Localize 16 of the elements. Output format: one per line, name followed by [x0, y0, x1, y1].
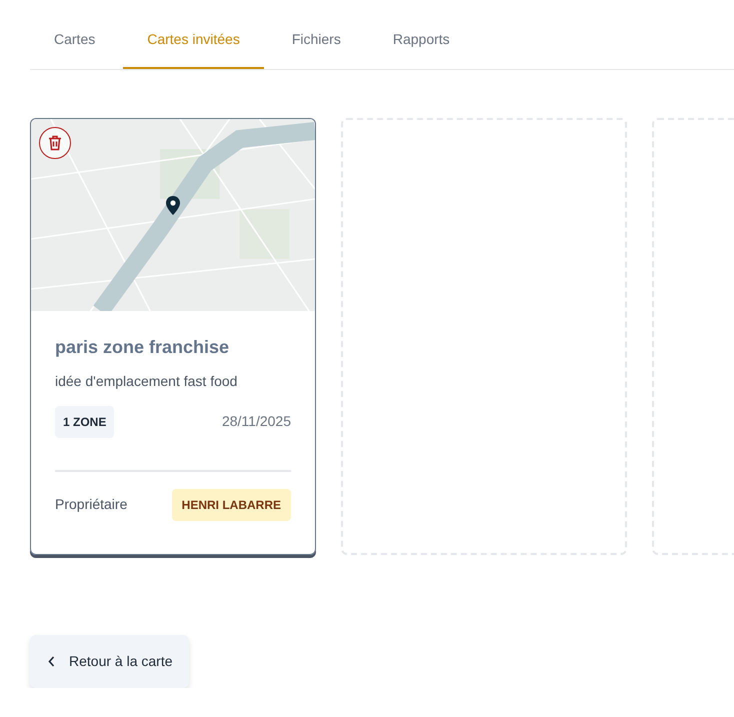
card-date: 28/11/2025 — [222, 412, 291, 432]
card-title: paris zone franchise — [55, 337, 230, 359]
owner-label: Propriétaire — [55, 495, 128, 514]
tab[interactable]: Cartes — [30, 18, 120, 69]
owner-tag: HENRI LABARRE — [172, 488, 291, 521]
chevron-left-icon — [48, 656, 55, 667]
back-button[interactable]: Retour à la carte — [30, 635, 188, 688]
tab[interactable]: Rapports — [368, 18, 474, 69]
map-pin-icon — [166, 196, 180, 215]
tab[interactable]: Cartes invitées — [123, 18, 264, 69]
map-card[interactable]: paris zone franchise idée d'emplacement fast food 1 ZONE 28/11/2025 Propriétaire HENRI LABARRE — [30, 118, 316, 555]
zone-count-tag: 1 ZONE — [55, 406, 114, 438]
tab[interactable]: Fichiers — [268, 18, 365, 69]
card-description: idée d'emplacement fast food — [55, 372, 238, 391]
trash-icon — [48, 135, 62, 151]
delete-button[interactable] — [39, 127, 71, 159]
